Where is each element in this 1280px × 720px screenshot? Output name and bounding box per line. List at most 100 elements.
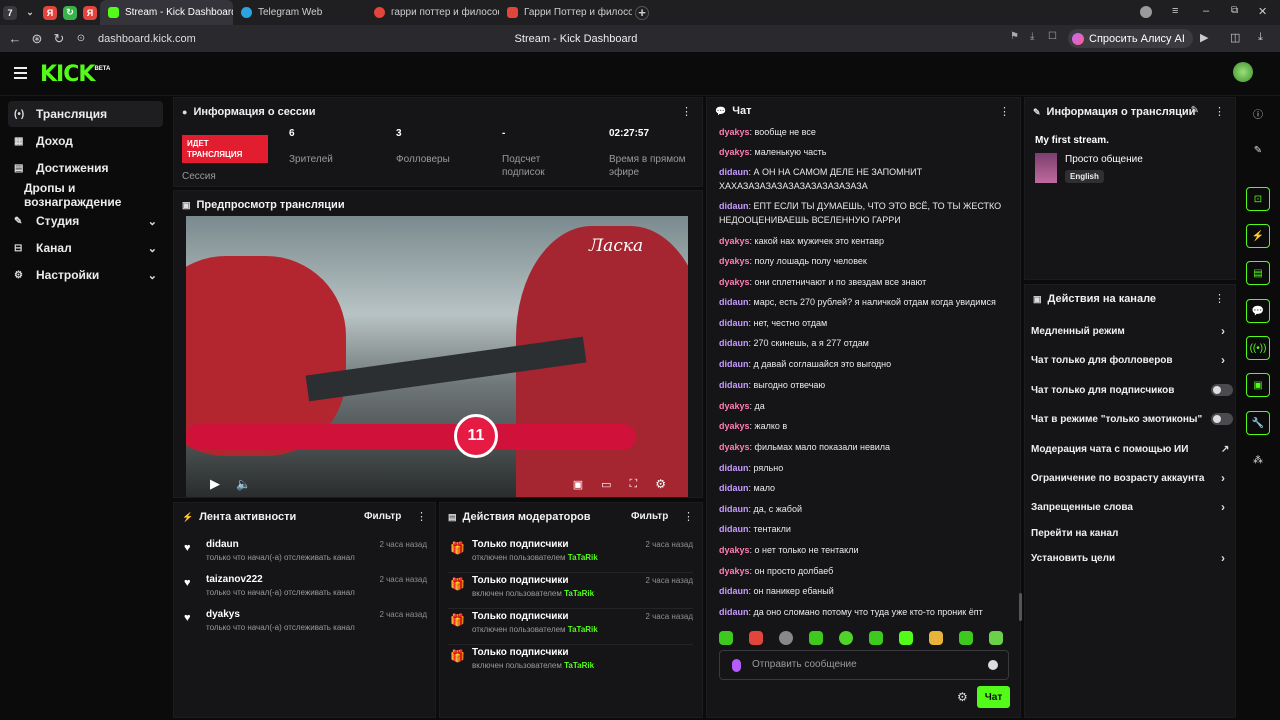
chat-username[interactable]: didaun	[719, 483, 749, 493]
subscribers-only-toggle[interactable]	[1211, 384, 1233, 396]
sidebar-item-channel[interactable]: ⊟ Канал ⌄	[8, 235, 163, 261]
chat-username[interactable]: didaun	[719, 463, 749, 473]
nodes-icon[interactable]: ⁂	[1246, 448, 1270, 472]
emote-icon[interactable]	[869, 631, 883, 645]
close-window-icon[interactable]: ✕	[1258, 5, 1267, 18]
chat-username[interactable]: dyakys	[719, 401, 750, 411]
action-followers-only[interactable]: Чат только для фолловеров ›	[1031, 350, 1231, 370]
chat-username[interactable]: didaun	[719, 586, 749, 596]
mod-filter-button[interactable]: Фильтр	[631, 511, 668, 522]
sync-tab-icon[interactable]: ↻	[63, 5, 77, 20]
emote-icon[interactable]	[989, 631, 1003, 645]
broadcast-icon[interactable]: ((•))	[1246, 336, 1270, 360]
settings-icon[interactable]: ⚙	[655, 477, 666, 491]
more-options-icon[interactable]: ⋮	[999, 105, 1010, 118]
chat-username[interactable]: didaun	[719, 380, 749, 390]
chat-username[interactable]: didaun	[719, 607, 749, 617]
action-account-age[interactable]: Ограничение по возрасту аккаунта ›	[1031, 468, 1231, 488]
theater-icon[interactable]: ▭	[601, 478, 611, 491]
profile-icon[interactable]	[1140, 6, 1152, 18]
emote-icon[interactable]	[719, 631, 733, 645]
emote-icon[interactable]	[809, 631, 823, 645]
wrench-icon[interactable]: 🔧	[1246, 411, 1270, 435]
user-avatar[interactable]	[1233, 62, 1253, 82]
activity-user[interactable]: dyakys	[206, 609, 240, 620]
chat-username[interactable]: didaun	[719, 201, 749, 211]
tab-counter[interactable]: 7	[3, 5, 17, 20]
mod-action-user[interactable]: TaTaRik	[568, 553, 598, 562]
translate-icon[interactable]: ⚑	[1010, 31, 1019, 42]
mod-action-user[interactable]: TaTaRik	[568, 625, 598, 634]
more-options-icon[interactable]: ⋮	[681, 105, 692, 118]
action-ai-moderation[interactable]: Модерация чата с помощью ИИ ↗	[1031, 439, 1231, 459]
chat-message-input[interactable]	[752, 659, 972, 670]
fullscreen-icon[interactable]: ⛶	[630, 478, 638, 491]
tab-telegram[interactable]: Telegram Web	[233, 0, 366, 25]
action-set-goals[interactable]: Установить цели ›	[1031, 548, 1231, 568]
chat-username[interactable]: didaun	[719, 338, 749, 348]
more-options-icon[interactable]: ⋮	[1214, 292, 1225, 305]
chat-username[interactable]: dyakys	[719, 277, 750, 287]
chat-username[interactable]: dyakys	[719, 127, 750, 137]
send-chat-button[interactable]: Чат	[977, 686, 1010, 708]
chat-username[interactable]: didaun	[719, 297, 749, 307]
chat-username[interactable]: didaun	[719, 359, 749, 369]
collections-icon[interactable]: ◫	[1230, 31, 1240, 44]
mod-action-user[interactable]: TaTaRik	[564, 661, 594, 670]
more-options-icon[interactable]: ⋮	[416, 510, 427, 523]
chat-scrollbar[interactable]	[1019, 593, 1022, 621]
activity-filter-button[interactable]: Фильтр	[364, 511, 401, 522]
new-tab-icon[interactable]: +	[635, 5, 649, 20]
chat-username[interactable]: dyakys	[719, 147, 750, 157]
chat-settings-gear-icon[interactable]: ⚙	[957, 690, 968, 704]
chat-username[interactable]: didaun	[719, 318, 749, 328]
chat-username[interactable]: didaun	[719, 167, 749, 177]
document-icon[interactable]: ▤	[1246, 261, 1270, 285]
emote-icon[interactable]	[929, 631, 943, 645]
emote-icon[interactable]	[749, 631, 763, 645]
microphone-icon[interactable]	[732, 659, 741, 672]
sidebar-item-stream[interactable]: (•) Трансляция	[8, 101, 163, 127]
edit-icon[interactable]: ✎	[1191, 105, 1199, 116]
chat-username[interactable]: didaun	[719, 524, 749, 534]
emote-icon[interactable]	[779, 631, 793, 645]
emote-icon[interactable]	[899, 631, 913, 645]
sidebar-item-drops[interactable]: Дропы и вознаграждение	[8, 181, 168, 209]
chat-username[interactable]: dyakys	[719, 421, 750, 431]
emoji-picker-icon[interactable]	[988, 660, 998, 670]
emote-icon[interactable]	[959, 631, 973, 645]
play-icon[interactable]: ▶	[210, 476, 220, 492]
pip-icon[interactable]: ▣	[573, 478, 583, 491]
scan-icon[interactable]: ⊡	[1246, 187, 1270, 211]
sidebar-item-settings[interactable]: ⚙ Настройки ⌄	[8, 262, 163, 288]
maximize-icon[interactable]: ⧉	[1231, 5, 1238, 16]
tab-list-chevron-icon[interactable]: ⌄	[23, 6, 37, 20]
downloads-icon[interactable]: ⤓	[1258, 31, 1263, 44]
menu-icon[interactable]	[14, 67, 27, 82]
download-icon[interactable]: ⤓	[1030, 31, 1034, 42]
activity-user[interactable]: taizanov222	[206, 574, 263, 585]
extensions-icon[interactable]: ▶	[1200, 31, 1208, 44]
bookmarks-icon[interactable]: ≡	[1172, 5, 1178, 17]
tab-harry-potter-video[interactable]: Гарри Поттер и филосо	[499, 0, 632, 25]
more-options-icon[interactable]: ⋮	[1214, 105, 1225, 118]
tab-harry-potter-search[interactable]: гарри поттер и философ	[366, 0, 499, 25]
chat-bubble-icon[interactable]: 💬	[1246, 299, 1270, 323]
info-icon[interactable]: ⓘ	[1246, 101, 1270, 125]
tab-kick-dashboard[interactable]: Stream - Kick Dashboard ✕	[100, 0, 233, 25]
chat-username[interactable]: didaun	[719, 504, 749, 514]
emote-only-toggle[interactable]	[1211, 413, 1233, 425]
action-slow-mode[interactable]: Медленный режим ›	[1031, 321, 1231, 341]
stream-preview-video[interactable]: Ласка 11 ▶ 🔈 ▣ ▭ ⛶ ⚙	[186, 216, 688, 497]
volume-icon[interactable]: 🔈	[236, 477, 251, 491]
chat-username[interactable]: dyakys	[719, 256, 750, 266]
activity-user[interactable]: didaun	[206, 539, 239, 550]
yandex-tab-icon[interactable]: Я	[43, 5, 57, 20]
chat-username[interactable]: dyakys	[719, 236, 750, 246]
minimize-icon[interactable]: –	[1203, 5, 1209, 17]
pencil-icon[interactable]: ✎	[1246, 138, 1270, 162]
lightning-icon[interactable]: ⚡	[1246, 224, 1270, 248]
chat-username[interactable]: dyakys	[719, 566, 750, 576]
chat-username[interactable]: dyakys	[719, 442, 750, 452]
sidebar-item-achievements[interactable]: ▤ Достижения	[8, 155, 163, 181]
